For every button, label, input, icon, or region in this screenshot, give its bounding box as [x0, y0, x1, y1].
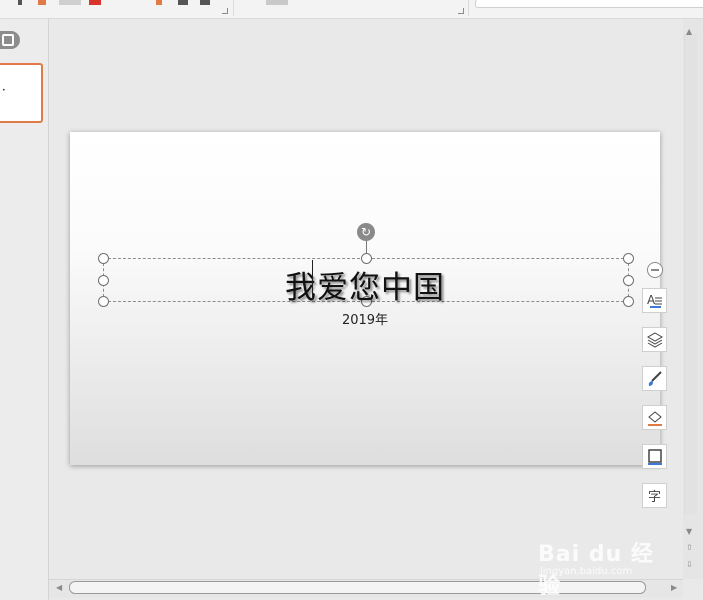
next-slide-icon[interactable]: ⇩	[686, 560, 693, 569]
ribbon-search-box[interactable]	[475, 0, 703, 8]
slide-title[interactable]: 我爱您中国	[70, 262, 660, 307]
thumbnail-text-icon: •	[2, 87, 6, 94]
text-style-button[interactable]: A	[642, 288, 667, 313]
text-style-icon: A	[647, 293, 662, 308]
svg-text:A: A	[647, 293, 656, 307]
character-spacing-button[interactable]: 字	[642, 483, 667, 508]
slide-canvas[interactable]: ↻ 我爱您中国 2019年	[70, 132, 660, 465]
ribbon-icon[interactable]	[89, 0, 101, 5]
slide-thumbnail-1[interactable]: •	[0, 63, 43, 123]
dialog-launcher-icon[interactable]	[458, 8, 464, 14]
scroll-left-icon[interactable]: ◀	[56, 583, 62, 592]
layers-icon	[646, 331, 663, 348]
thumbnail-view-icon	[2, 34, 14, 46]
dialog-launcher-icon[interactable]	[222, 8, 228, 14]
watermark-url: jingyan.baidu.com	[540, 566, 633, 577]
ribbon-icon[interactable]	[266, 0, 288, 5]
slide-thumbnail-panel: •	[0, 19, 49, 600]
watermark: Bai du 经验 jingyan.baidu.com	[538, 526, 668, 599]
ribbon-icon[interactable]	[178, 0, 188, 5]
scroll-right-icon[interactable]: ▶	[671, 583, 677, 592]
text-cursor	[312, 260, 313, 300]
layers-button[interactable]	[642, 327, 667, 352]
outline-icon	[647, 448, 662, 465]
ribbon-icon[interactable]	[38, 0, 46, 5]
ribbon-separator	[233, 0, 234, 16]
scroll-up-icon[interactable]: ▲	[686, 27, 692, 36]
ribbon-toolbar	[0, 0, 703, 19]
view-toggle-button[interactable]	[0, 31, 20, 49]
ribbon-icon[interactable]	[18, 0, 22, 5]
fill-bucket-icon	[647, 410, 662, 426]
scroll-down-icon[interactable]: ▼	[686, 527, 692, 536]
fill-button[interactable]	[642, 405, 667, 430]
slide-subtitle[interactable]: 2019年	[70, 309, 660, 328]
outline-button[interactable]	[642, 444, 667, 469]
rotate-handle-icon[interactable]: ↻	[357, 223, 375, 241]
brush-icon	[648, 370, 662, 386]
ribbon-icon[interactable]	[200, 0, 210, 5]
ribbon-icon-selected[interactable]	[59, 0, 81, 5]
brush-button[interactable]	[642, 366, 667, 391]
vertical-scroll-thumb[interactable]	[684, 34, 697, 514]
ribbon-icon[interactable]	[156, 0, 162, 5]
ribbon-separator	[468, 0, 469, 16]
character-spacing-icon: 字	[647, 490, 661, 505]
previous-slide-icon[interactable]: ⇧	[686, 543, 693, 552]
collapse-toolbar-button[interactable]	[647, 262, 663, 278]
